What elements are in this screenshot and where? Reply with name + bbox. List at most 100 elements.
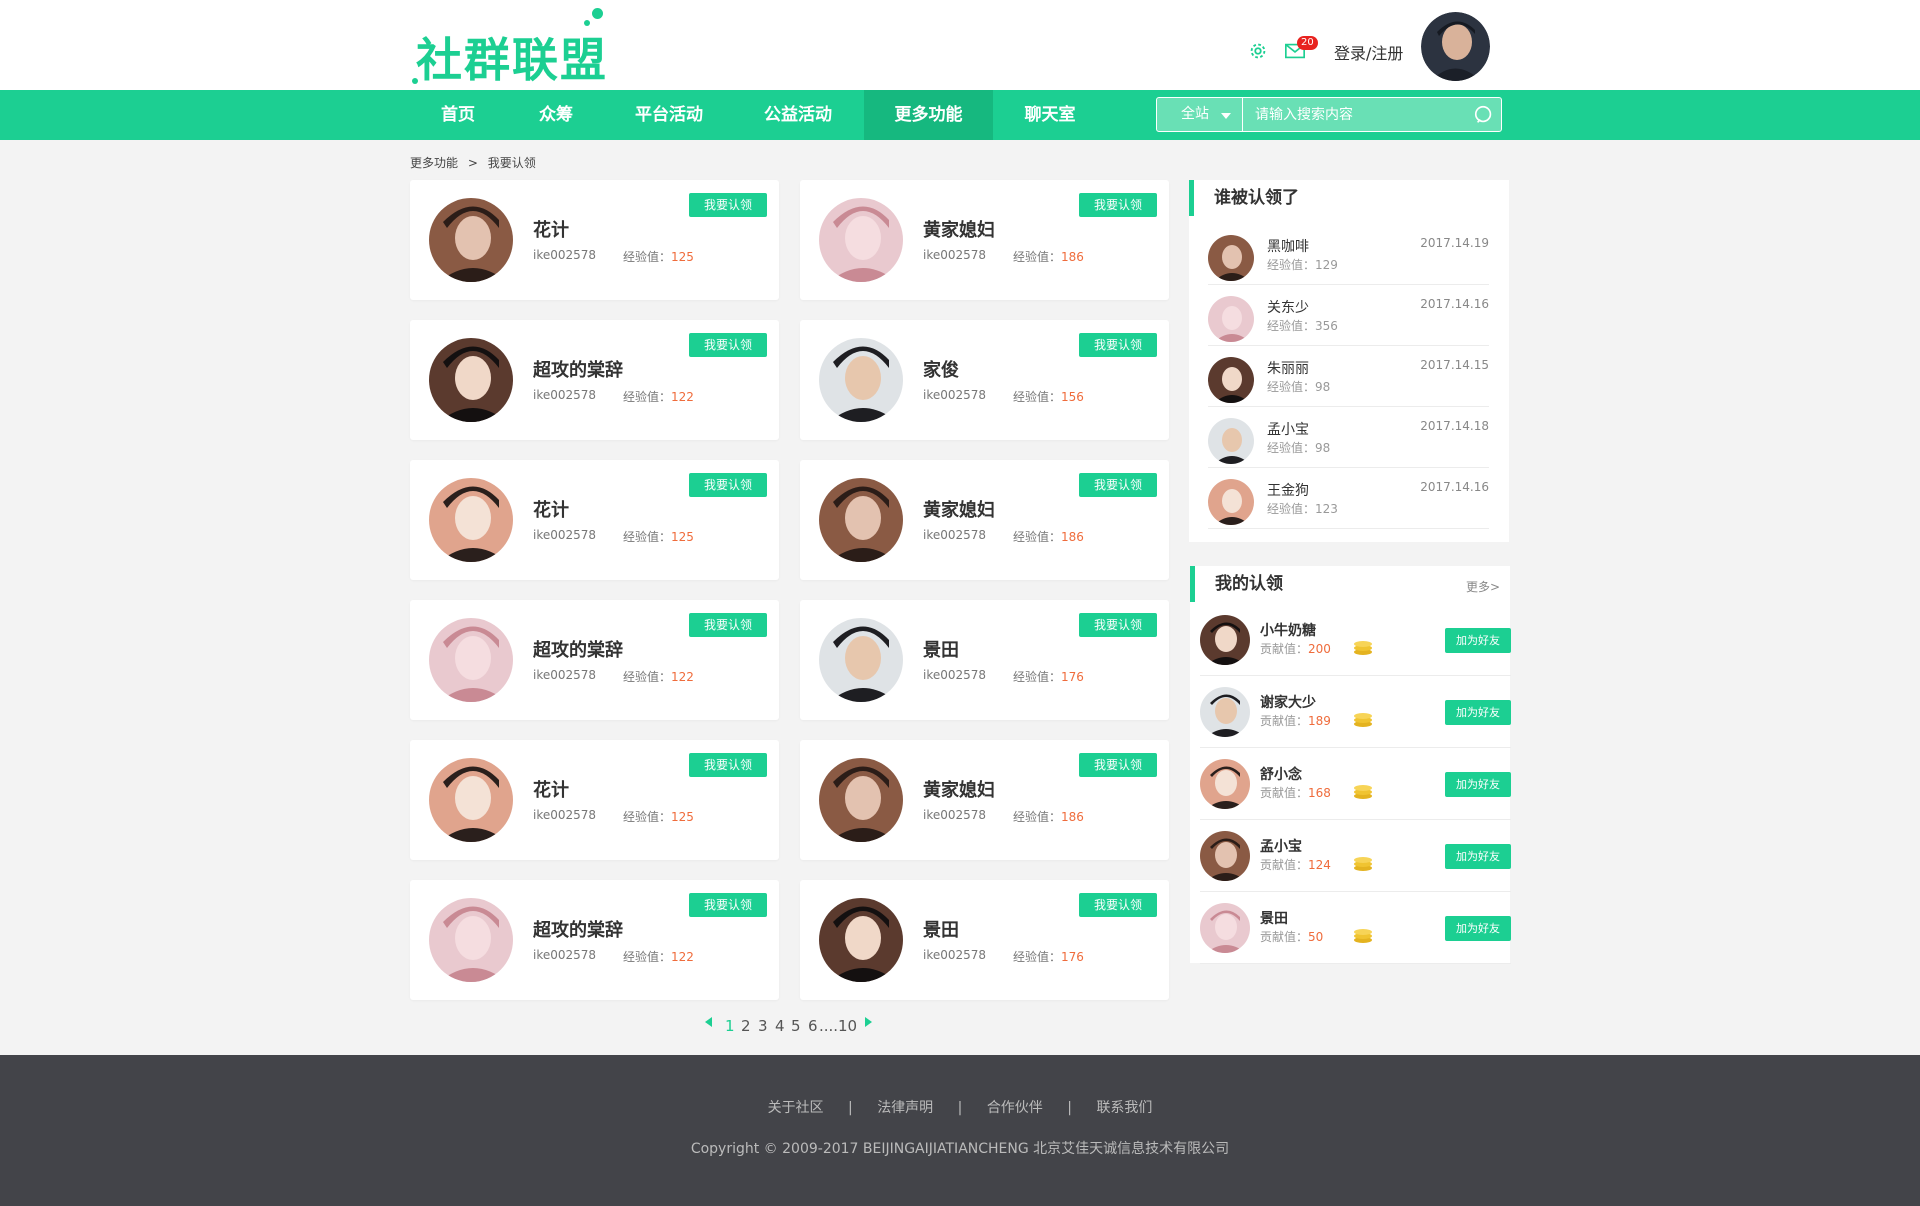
- claim-button[interactable]: 我要认领: [689, 473, 767, 497]
- claim-card[interactable]: 花计 ike002578 经验值：125 我要认领: [410, 180, 779, 300]
- my-claim-item[interactable]: 孟小宝 贡献值：124 加为好友: [1200, 820, 1511, 892]
- claimed-list-item[interactable]: 黑咖啡 经验值：129 2017.14.19: [1208, 224, 1489, 285]
- member-id: ike002578: [923, 668, 987, 682]
- breadcrumb-current: 我要认领: [487, 156, 536, 170]
- claimed-avatar[interactable]: [1208, 479, 1254, 525]
- member-avatar[interactable]: [429, 618, 513, 702]
- claim-card[interactable]: 景田 ike002578 经验值：176 我要认领: [800, 600, 1169, 720]
- member-avatar[interactable]: [429, 198, 513, 282]
- add-friend-button[interactable]: 加为好友: [1445, 700, 1511, 725]
- search-input[interactable]: [1255, 98, 1465, 131]
- member-avatar[interactable]: [819, 478, 903, 562]
- exp-label: 经验值：: [623, 670, 672, 684]
- page-number[interactable]: 2: [741, 1017, 751, 1035]
- add-friend-button[interactable]: 加为好友: [1445, 844, 1511, 869]
- login-register-link[interactable]: 登录/注册: [1334, 40, 1403, 64]
- claim-button[interactable]: 我要认领: [1079, 193, 1157, 217]
- my-claim-item[interactable]: 舒小念 贡献值：168 加为好友: [1200, 748, 1511, 820]
- site-logo[interactable]: 社群联盟: [410, 8, 610, 88]
- claim-button[interactable]: 我要认领: [689, 753, 767, 777]
- claim-button[interactable]: 我要认领: [1079, 333, 1157, 357]
- exp-value: 156: [1061, 390, 1084, 404]
- nav-item-charity[interactable]: 公益活动: [748, 90, 848, 140]
- member-avatar[interactable]: [429, 478, 513, 562]
- footer-link-legal[interactable]: 法律声明: [877, 1100, 933, 1116]
- claimed-avatar[interactable]: [1208, 418, 1254, 464]
- my-claim-avatar[interactable]: [1200, 759, 1250, 809]
- chevron-down-icon[interactable]: [1221, 113, 1231, 119]
- claimed-avatar[interactable]: [1208, 235, 1254, 281]
- claim-card[interactable]: 黄家媳妇 ike002578 经验值：186 我要认领: [800, 460, 1169, 580]
- claim-button[interactable]: 我要认领: [1079, 613, 1157, 637]
- page-number[interactable]: 1: [725, 1017, 735, 1035]
- my-claim-item[interactable]: 谢家大少 贡献值：189 加为好友: [1200, 676, 1511, 748]
- nav-item-platform-events[interactable]: 平台活动: [620, 90, 718, 140]
- my-claim-item[interactable]: 小牛奶糖 贡献值：200 加为好友: [1200, 604, 1511, 676]
- member-avatar[interactable]: [819, 338, 903, 422]
- claimed-avatar[interactable]: [1208, 296, 1254, 342]
- add-friend-button[interactable]: 加为好友: [1445, 916, 1511, 941]
- claim-card[interactable]: 家俊 ike002578 经验值：156 我要认领: [800, 320, 1169, 440]
- claim-card[interactable]: 超攻的棠辞 ike002578 经验值：122 我要认领: [410, 600, 779, 720]
- member-avatar[interactable]: [819, 758, 903, 842]
- gear-icon[interactable]: [1247, 40, 1269, 62]
- claim-card[interactable]: 景田 ike002578 经验值：176 我要认领: [800, 880, 1169, 1000]
- claimed-list-item[interactable]: 关东少 经验值：356 2017.14.16: [1208, 285, 1489, 346]
- user-avatar[interactable]: [1421, 12, 1490, 81]
- my-claim-avatar[interactable]: [1200, 831, 1250, 881]
- member-avatar[interactable]: [429, 898, 513, 982]
- nav-item-home[interactable]: 首页: [423, 90, 493, 140]
- nav-item-chatroom[interactable]: 聊天室: [1010, 90, 1090, 140]
- claimed-list-item[interactable]: 朱丽丽 经验值：98 2017.14.15: [1208, 346, 1489, 407]
- claim-button[interactable]: 我要认领: [689, 613, 767, 637]
- add-friend-button[interactable]: 加为好友: [1445, 628, 1511, 653]
- member-avatar[interactable]: [429, 338, 513, 422]
- claim-card[interactable]: 花计 ike002578 经验值：125 我要认领: [410, 740, 779, 860]
- contribution-label: 贡献值：: [1260, 786, 1309, 800]
- claim-card[interactable]: 超攻的棠辞 ike002578 经验值：122 我要认领: [410, 320, 779, 440]
- nav-item-more-features[interactable]: 更多功能: [864, 90, 993, 140]
- claimed-avatar[interactable]: [1208, 357, 1254, 403]
- prev-page-icon[interactable]: [705, 1017, 712, 1027]
- claim-card[interactable]: 黄家媳妇 ike002578 经验值：186 我要认领: [800, 740, 1169, 860]
- add-friend-button[interactable]: 加为好友: [1445, 772, 1511, 797]
- claim-button[interactable]: 我要认领: [689, 333, 767, 357]
- nav-item-crowdfunding[interactable]: 众筹: [521, 90, 591, 140]
- claim-button[interactable]: 我要认领: [1079, 753, 1157, 777]
- contribution-label: 贡献值：: [1260, 858, 1309, 872]
- claim-card[interactable]: 黄家媳妇 ike002578 经验值：186 我要认领: [800, 180, 1169, 300]
- search-icon[interactable]: [1473, 104, 1495, 126]
- more-link[interactable]: 更多>: [1466, 578, 1500, 595]
- my-claim-avatar[interactable]: [1200, 615, 1250, 665]
- claim-button[interactable]: 我要认领: [1079, 893, 1157, 917]
- claim-button[interactable]: 我要认领: [689, 893, 767, 917]
- member-exp: 经验值：186: [1013, 528, 1084, 545]
- page-number[interactable]: 6: [808, 1017, 818, 1035]
- page-number[interactable]: 10: [838, 1017, 857, 1035]
- page-number[interactable]: 5: [791, 1017, 801, 1035]
- page-number[interactable]: 3: [758, 1017, 768, 1035]
- page-number[interactable]: 4: [775, 1017, 785, 1035]
- my-claim-contribution: 贡献值：124: [1260, 856, 1331, 873]
- member-avatar[interactable]: [819, 198, 903, 282]
- member-avatar[interactable]: [819, 618, 903, 702]
- footer-link-partners[interactable]: 合作伙伴: [987, 1100, 1043, 1116]
- member-avatar[interactable]: [429, 758, 513, 842]
- claim-button[interactable]: 我要认领: [689, 193, 767, 217]
- footer-link-contact[interactable]: 联系我们: [1096, 1100, 1152, 1116]
- claimed-list-item[interactable]: 孟小宝 经验值：98 2017.14.18: [1208, 407, 1489, 468]
- claim-card[interactable]: 花计 ike002578 经验值：125 我要认领: [410, 460, 779, 580]
- breadcrumb-parent[interactable]: 更多功能: [410, 156, 458, 170]
- claim-card[interactable]: 超攻的棠辞 ike002578 经验值：122 我要认领: [410, 880, 779, 1000]
- exp-label: 经验值：: [1013, 530, 1062, 544]
- my-claim-item[interactable]: 景田 贡献值：50 加为好友: [1200, 892, 1511, 964]
- claim-button[interactable]: 我要认领: [1079, 473, 1157, 497]
- claimed-list-item[interactable]: 王金狗 经验值：123 2017.14.16: [1208, 468, 1489, 529]
- contribution-label: 贡献值：: [1260, 930, 1309, 944]
- member-avatar[interactable]: [819, 898, 903, 982]
- logo-dot: [584, 20, 590, 26]
- my-claim-avatar[interactable]: [1200, 903, 1250, 953]
- footer-link-about[interactable]: 关于社区: [768, 1100, 824, 1116]
- my-claim-avatar[interactable]: [1200, 687, 1250, 737]
- next-page-icon[interactable]: [865, 1017, 872, 1027]
